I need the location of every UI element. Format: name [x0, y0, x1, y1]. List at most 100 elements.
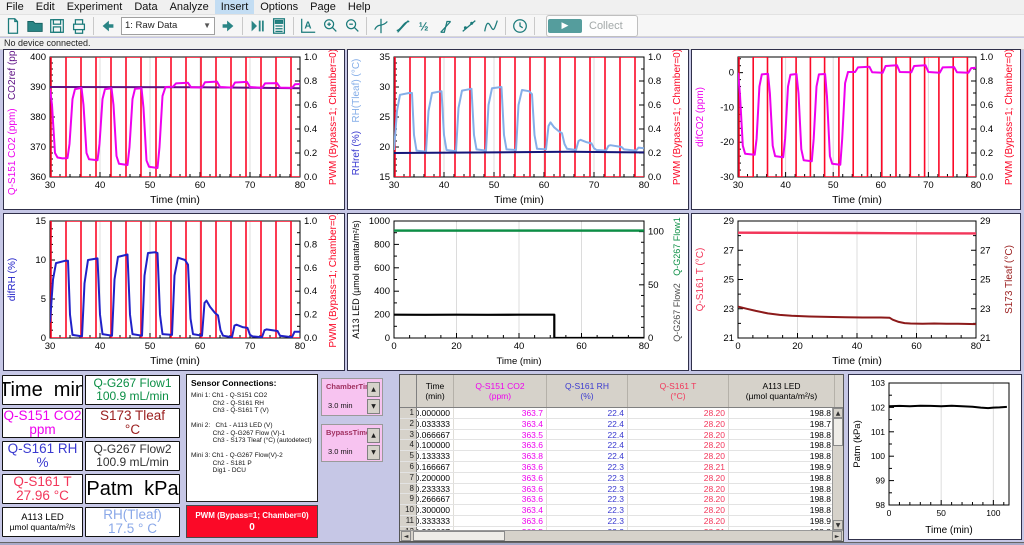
scroll-down-icon[interactable]: ▼	[833, 520, 843, 530]
meter-t161[interactable]: Q-S161 T27.96 °C	[2, 474, 83, 504]
table-cell[interactable]: 28.20	[628, 484, 729, 494]
integral-icon[interactable]	[436, 16, 458, 36]
table-cell[interactable]: 22.3	[547, 462, 628, 472]
meter-time[interactable]: Time min	[2, 375, 83, 405]
table-row[interactable]: 40.100000363.622.428.20198.8	[400, 440, 832, 451]
menu-item-analyze[interactable]: Analyze	[164, 0, 215, 14]
table-cell[interactable]: 28.20	[628, 440, 729, 450]
table-cell[interactable]: 0.266667	[417, 494, 454, 504]
table-cell[interactable]: 22.4	[547, 430, 628, 440]
chambertime-decrement-button[interactable]: ▼	[367, 399, 380, 414]
vertical-scroll-thumb[interactable]	[833, 418, 843, 446]
table-cell[interactable]: 363.8	[454, 451, 547, 461]
collect-button[interactable]: ▶ Collect	[546, 15, 638, 37]
table-cell[interactable]: 363.6	[454, 440, 547, 450]
linear-fit-icon[interactable]	[458, 16, 480, 36]
table-cell[interactable]: 22.3	[547, 473, 628, 483]
control-chambertime[interactable]: ChamberTime3.0 min▲▼	[321, 378, 383, 416]
vertical-scrollbar[interactable]: ▲ ▼	[832, 408, 843, 530]
table-cell[interactable]: 363.5	[454, 430, 547, 440]
table-row[interactable]: 70.200000363.622.328.20198.8	[400, 473, 832, 484]
table-cell[interactable]: 28.20	[628, 419, 729, 429]
chart-rh[interactable]: 15202530350.00.20.40.60.81.0304050607080…	[347, 49, 689, 210]
chambertime-increment-button[interactable]: ▲	[367, 382, 380, 397]
table-row[interactable]: 10.000000363.722.428.20198.8	[400, 408, 832, 419]
table-cell[interactable]: 28.20	[628, 505, 729, 515]
bypasstime-increment-button[interactable]: ▲	[367, 428, 380, 443]
column-header-q-s161-t[interactable]: Q-S161 T(°C)	[628, 375, 729, 407]
table-cell[interactable]: 0.066667	[417, 430, 454, 440]
table-cell[interactable]: 363.6	[454, 484, 547, 494]
chart-difrh[interactable]: 0510150.00.20.40.60.81.0304050607080difR…	[3, 213, 345, 371]
horizontal-scroll-thumb[interactable]	[413, 531, 505, 541]
save-icon[interactable]	[46, 16, 68, 36]
clock-icon[interactable]	[509, 16, 531, 36]
table-cell[interactable]: 0.166667	[417, 462, 454, 472]
table-cell[interactable]: 198.8	[729, 473, 832, 483]
meter-flow1[interactable]: Q-G267 Flow1100.9 mL/min	[85, 375, 180, 405]
table-cell[interactable]: 198.8	[729, 494, 832, 504]
table-cell[interactable]: 28.20	[628, 494, 729, 504]
table-cell[interactable]: 28.20	[628, 473, 729, 483]
horizontal-scrollbar[interactable]: ◄ ►	[400, 530, 843, 541]
menu-item-help[interactable]: Help	[342, 0, 377, 14]
column-header-a113-led[interactable]: A113 LED(µmol quanta/m²/s)	[729, 375, 835, 407]
meter-flow2[interactable]: Q-G267 Flow2100.9 mL/min	[85, 441, 180, 471]
zoom-out-icon[interactable]	[341, 16, 363, 36]
chart-temperature[interactable]: 21232527292123252729020406080Q-S161 T (°…	[691, 213, 1021, 371]
table-cell[interactable]: 363.4	[454, 419, 547, 429]
table-cell[interactable]: 198.8	[729, 440, 832, 450]
bypasstime-decrement-button[interactable]: ▼	[367, 445, 380, 460]
column-header-time[interactable]: Time(min)	[417, 375, 454, 407]
table-row[interactable]: 50.133333363.822.428.20198.8	[400, 451, 832, 462]
table-row[interactable]: 90.266667363.622.328.20198.8	[400, 494, 832, 505]
table-row[interactable]: 60.166667363.622.328.21198.9	[400, 462, 832, 473]
table-cell[interactable]: 22.3	[547, 516, 628, 526]
table-cell[interactable]: 363.6	[454, 473, 547, 483]
curve-fit-icon[interactable]	[480, 16, 502, 36]
meter-rh-tleaf[interactable]: RH(Tleaf)17.5 ° C	[85, 507, 180, 537]
table-cell[interactable]: 198.8	[729, 484, 832, 494]
table-row[interactable]: 30.066667363.522.428.20198.8	[400, 430, 832, 441]
menu-item-data[interactable]: Data	[128, 0, 163, 14]
table-cell[interactable]: 22.4	[547, 408, 628, 418]
table-cell[interactable]: 0.300000	[417, 505, 454, 515]
table-cell[interactable]: 198.9	[729, 462, 832, 472]
table-cell[interactable]: 363.6	[454, 516, 547, 526]
meter-led[interactable]: A113 LEDµmol quanta/m²/s	[2, 507, 83, 537]
table-cell[interactable]: 22.4	[547, 451, 628, 461]
table-cell[interactable]: 0.033333	[417, 419, 454, 429]
meter-s173-tleaf[interactable]: S173 Tleaf°C	[85, 408, 180, 438]
table-cell[interactable]: 363.7	[454, 408, 547, 418]
menu-item-experiment[interactable]: Experiment	[61, 0, 129, 14]
data-table-icon[interactable]	[268, 16, 290, 36]
table-cell[interactable]: 28.20	[628, 451, 729, 461]
run-selector[interactable]: 1: Raw Data ▼	[121, 17, 215, 35]
open-folder-icon[interactable]	[24, 16, 46, 36]
table-cell[interactable]: 22.3	[547, 494, 628, 504]
table-cell[interactable]: 198.8	[729, 505, 832, 515]
control-bypasstime[interactable]: BypassTime3.0 min▲▼	[321, 424, 383, 462]
table-cell[interactable]: 22.4	[547, 440, 628, 450]
menu-item-insert[interactable]: Insert	[215, 0, 255, 14]
table-cell[interactable]: 363.6	[454, 462, 547, 472]
table-cell[interactable]: 198.7	[729, 419, 832, 429]
table-cell[interactable]: 0.100000	[417, 440, 454, 450]
scroll-right-icon[interactable]: ►	[832, 531, 842, 541]
column-header-q-s161-rh[interactable]: Q-S161 RH(%)	[547, 375, 628, 407]
menu-item-file[interactable]: File	[0, 0, 30, 14]
table-cell[interactable]: 198.9	[729, 516, 832, 526]
print-icon[interactable]	[68, 16, 90, 36]
table-row[interactable]: 80.233333363.622.328.20198.8	[400, 484, 832, 495]
column-header-q-s151-co2[interactable]: Q-S151 CO2(ppm)	[454, 375, 547, 407]
menu-item-options[interactable]: Options	[254, 0, 304, 14]
statistics-icon[interactable]: ½	[414, 16, 436, 36]
table-cell[interactable]: 0.233333	[417, 484, 454, 494]
back-arrow-icon[interactable]	[97, 16, 119, 36]
forward-arrow-icon[interactable]	[217, 16, 239, 36]
table-cell[interactable]: 28.20	[628, 408, 729, 418]
table-row[interactable]: 110.333333363.622.328.20198.9	[400, 516, 832, 527]
table-cell[interactable]: 0.133333	[417, 451, 454, 461]
chart-led-flow[interactable]: 02004006008001000050100020406080A113 LED…	[347, 213, 689, 371]
table-cell[interactable]: 363.4	[454, 505, 547, 515]
